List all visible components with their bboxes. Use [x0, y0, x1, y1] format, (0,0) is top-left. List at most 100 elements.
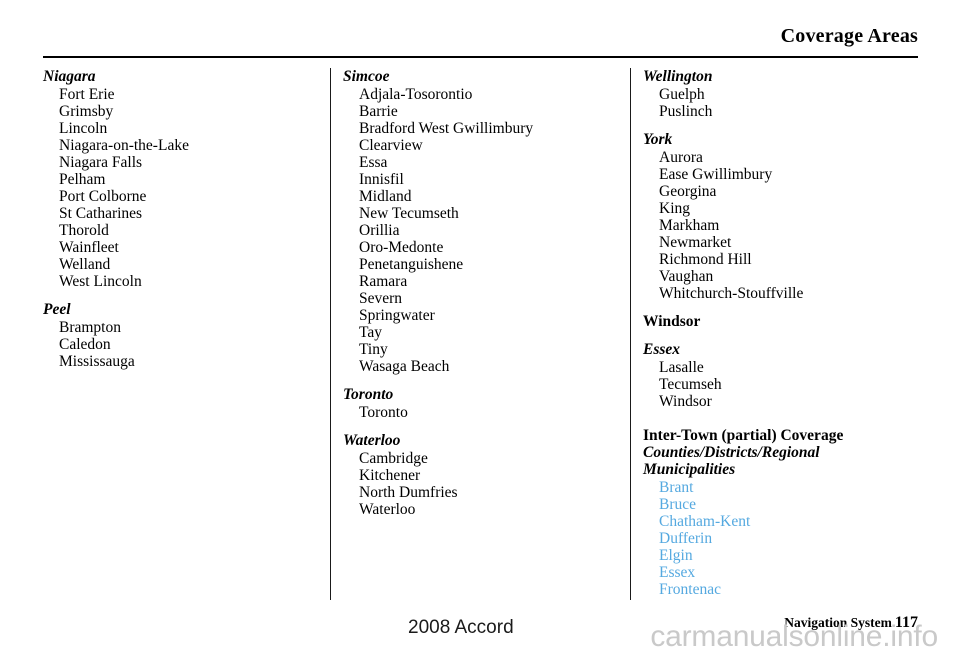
coverage-section: Niagara Fort Erie Grimsby Lincoln Niagara-on…	[43, 68, 329, 290]
section-subheading-line: Counties/Districts/Regional	[643, 444, 820, 461]
list-item: Brampton	[59, 319, 121, 336]
city-list: Guelph Puslinch	[643, 86, 929, 120]
section-heading: Wellington	[643, 68, 713, 85]
header-rule	[43, 56, 918, 58]
section-heading: York	[643, 131, 673, 148]
list-item: Waterloo	[359, 501, 416, 518]
list-item: North Dumfries	[359, 484, 458, 501]
list-item: Tiny	[359, 341, 388, 358]
section-heading: Niagara	[43, 68, 96, 85]
list-item: West Lincoln	[59, 273, 142, 290]
list-item: Adjala-Tosorontio	[359, 86, 473, 103]
list-item: Bradford West Gwillimbury	[359, 120, 534, 137]
coverage-section: Peel Brampton Caledon Mississauga	[43, 301, 329, 370]
list-item-link[interactable]: Brant	[659, 479, 929, 496]
section-heading: Toronto	[343, 386, 394, 403]
list-item: Tay	[359, 324, 383, 341]
coverage-section: Inter-Town (partial) Coverage Counties/Di…	[643, 427, 929, 598]
column-divider-right	[630, 68, 631, 600]
list-item: St Catharines	[59, 205, 143, 222]
list-item: Puslinch	[659, 103, 713, 120]
coverage-column-middle: Simcoe Adjala-Tosorontio Barrie Bradford We…	[343, 68, 629, 518]
watermark-text: carmanualsonline.info	[650, 620, 938, 653]
coverage-column-left: Niagara Fort Erie Grimsby Lincoln Niagara-on…	[43, 68, 329, 370]
list-item: Springwater	[359, 307, 435, 324]
list-item: Innisfil	[359, 171, 404, 188]
list-item: Penetanguishene	[359, 256, 464, 273]
coverage-section: Simcoe Adjala-Tosorontio Barrie Bradford We…	[343, 68, 629, 375]
column-divider-left	[330, 68, 331, 600]
section-heading: Windsor	[643, 313, 701, 330]
list-item-link[interactable]: Essex	[659, 564, 929, 581]
list-item: Essa	[359, 154, 388, 171]
city-list: Toronto	[343, 404, 629, 421]
list-item: Whitchurch-Stouffville	[659, 285, 804, 302]
list-item: Port Colborne	[59, 188, 147, 205]
city-list: Lasalle Tecumseh Windsor	[643, 359, 929, 410]
list-item-link[interactable]: Elgin	[659, 547, 929, 564]
list-item: Vaughan	[659, 268, 714, 285]
city-list: Brant Bruce Chatham-Kent Dufferin Elgin Essex…	[643, 479, 929, 598]
list-item: Midland	[359, 188, 412, 205]
list-item: Severn	[359, 290, 403, 307]
list-item: Caledon	[59, 336, 111, 353]
list-item: Orillia	[359, 222, 400, 239]
list-item: Barrie	[359, 103, 398, 120]
footer-navigation-label: Navigation System 117	[784, 614, 918, 631]
list-item: Newmarket	[659, 234, 732, 251]
section-heading: Simcoe	[343, 68, 390, 85]
list-item: King	[659, 200, 690, 217]
coverage-section: Windsor	[643, 313, 929, 330]
list-item: Windsor	[659, 393, 712, 410]
coverage-section: Toronto Toronto	[343, 386, 629, 421]
section-heading: Peel	[43, 301, 71, 318]
footer-nav-text: Navigation System	[784, 615, 892, 630]
list-item: Pelham	[59, 171, 106, 188]
list-item: Markham	[659, 217, 720, 234]
coverage-section: Essex Lasalle Tecumseh Windsor	[643, 341, 929, 410]
city-list: Brampton Caledon Mississauga	[43, 319, 329, 370]
list-item: Georgina	[659, 183, 717, 200]
list-item-link[interactable]: Dufferin	[659, 530, 929, 547]
list-item: Wasaga Beach	[359, 358, 450, 375]
list-item: Lasalle	[659, 359, 704, 376]
section-heading: Essex	[643, 341, 681, 358]
footer-page-number: 117	[894, 614, 918, 631]
coverage-section: Wellington Guelph Puslinch	[643, 68, 929, 120]
list-item: Grimsby	[59, 103, 114, 120]
list-item: Clearview	[359, 137, 423, 154]
city-list: Cambridge Kitchener North Dumfries Waterloo	[343, 450, 629, 518]
page-header: Coverage Areas	[43, 24, 918, 60]
list-item: Niagara-on-the-Lake	[59, 137, 189, 154]
section-heading: Waterloo	[343, 432, 401, 449]
city-list: Fort Erie Grimsby Lincoln Niagara-on-the-La…	[43, 86, 329, 290]
list-item: Wainfleet	[59, 239, 119, 256]
list-item: Aurora	[659, 149, 703, 166]
city-list: Adjala-Tosorontio Barrie Bradford West Gwi…	[343, 86, 629, 375]
list-item: Niagara Falls	[59, 154, 143, 171]
list-item: New Tecumseth	[359, 205, 459, 222]
footer-model-label: 2008 Accord	[408, 617, 514, 638]
list-item-link[interactable]: Frontenac	[659, 581, 929, 598]
section-heading: Inter-Town (partial) Coverage	[643, 427, 844, 444]
list-item: Tecumseh	[659, 376, 722, 393]
list-item: Ease Gwillimbury	[659, 166, 773, 183]
list-item: Cambridge	[359, 450, 428, 467]
list-item-link[interactable]: Chatham-Kent	[659, 513, 929, 530]
list-item: Toronto	[359, 404, 408, 421]
list-item: Guelph	[659, 86, 705, 103]
list-item: Fort Erie	[59, 86, 115, 103]
list-item: Kitchener	[359, 467, 421, 484]
list-item: Mississauga	[59, 353, 135, 370]
list-item: Lincoln	[59, 120, 108, 137]
coverage-section: Waterloo Cambridge Kitchener North Dumfries…	[343, 432, 629, 518]
city-list: Aurora Ease Gwillimbury Georgina King Markha…	[643, 149, 929, 302]
list-item-link[interactable]: Bruce	[659, 496, 929, 513]
coverage-section: York Aurora Ease Gwillimbury Georgina King Ma…	[643, 131, 929, 302]
list-item: Thorold	[59, 222, 109, 239]
list-item: Welland	[59, 256, 111, 273]
list-item: Richmond Hill	[659, 251, 752, 268]
section-subheading-line: Municipalities	[643, 461, 736, 478]
list-item: Ramara	[359, 273, 408, 290]
list-item: Oro-Medonte	[359, 239, 444, 256]
